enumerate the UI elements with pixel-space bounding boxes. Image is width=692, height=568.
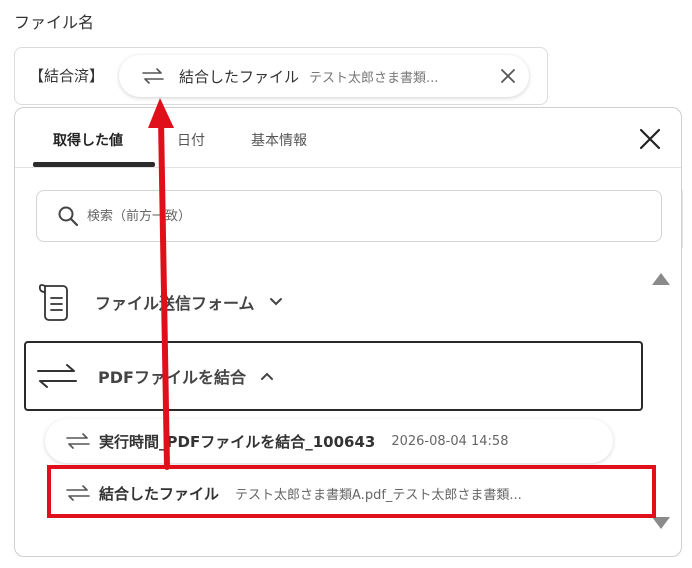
scroll-up-arrow-icon[interactable] [651,272,671,286]
item-value: 2026-08-04 14:58 [391,433,509,449]
active-tab-indicator [33,162,155,167]
chip-label: 結合したファイル [179,67,300,86]
scroll-down-arrow-icon[interactable] [651,516,671,530]
filename-prefix-text: 【結合済】 [29,67,105,85]
section-label: ファイル送信フォーム [95,294,255,313]
search-field[interactable] [36,190,662,242]
search-icon [58,206,79,227]
swap-arrows-icon [142,68,164,84]
section-pdf-merge[interactable]: PDFファイルを結合 [24,341,643,411]
section-label: PDFファイルを結合 [98,368,246,387]
tab-retrieved-values[interactable]: 取得した値 [53,130,123,150]
highlight-annotation [47,465,656,518]
chevron-up-icon [260,372,273,380]
chip-value: テスト太郎さま書類... [309,70,439,86]
close-icon[interactable] [499,67,517,85]
tab-bar: 取得した値 日付 基本情報 [15,108,681,168]
filename-value-field[interactable]: 【結合済】 結合したファイル テスト太郎さま書類... [14,47,548,105]
variable-chip[interactable]: 結合したファイル テスト太郎さま書類... [119,55,529,97]
list-item[interactable]: 実行時間_PDFファイルを結合_100643 2026-08-04 14:58 [45,419,613,463]
form-document-icon [38,284,68,321]
search-input[interactable] [87,208,587,224]
swap-arrows-icon [37,364,77,388]
background-divider [682,190,683,248]
item-label: 実行時間_PDFファイルを結合_100643 [99,432,376,451]
close-icon[interactable] [639,128,661,150]
chevron-down-icon [269,298,282,306]
section-file-form[interactable]: ファイル送信フォーム [37,280,283,324]
tab-basic-info[interactable]: 基本情報 [251,130,307,150]
tab-date[interactable]: 日付 [177,130,205,150]
field-label: ファイル名 [14,13,95,32]
swap-arrows-icon [66,433,90,449]
